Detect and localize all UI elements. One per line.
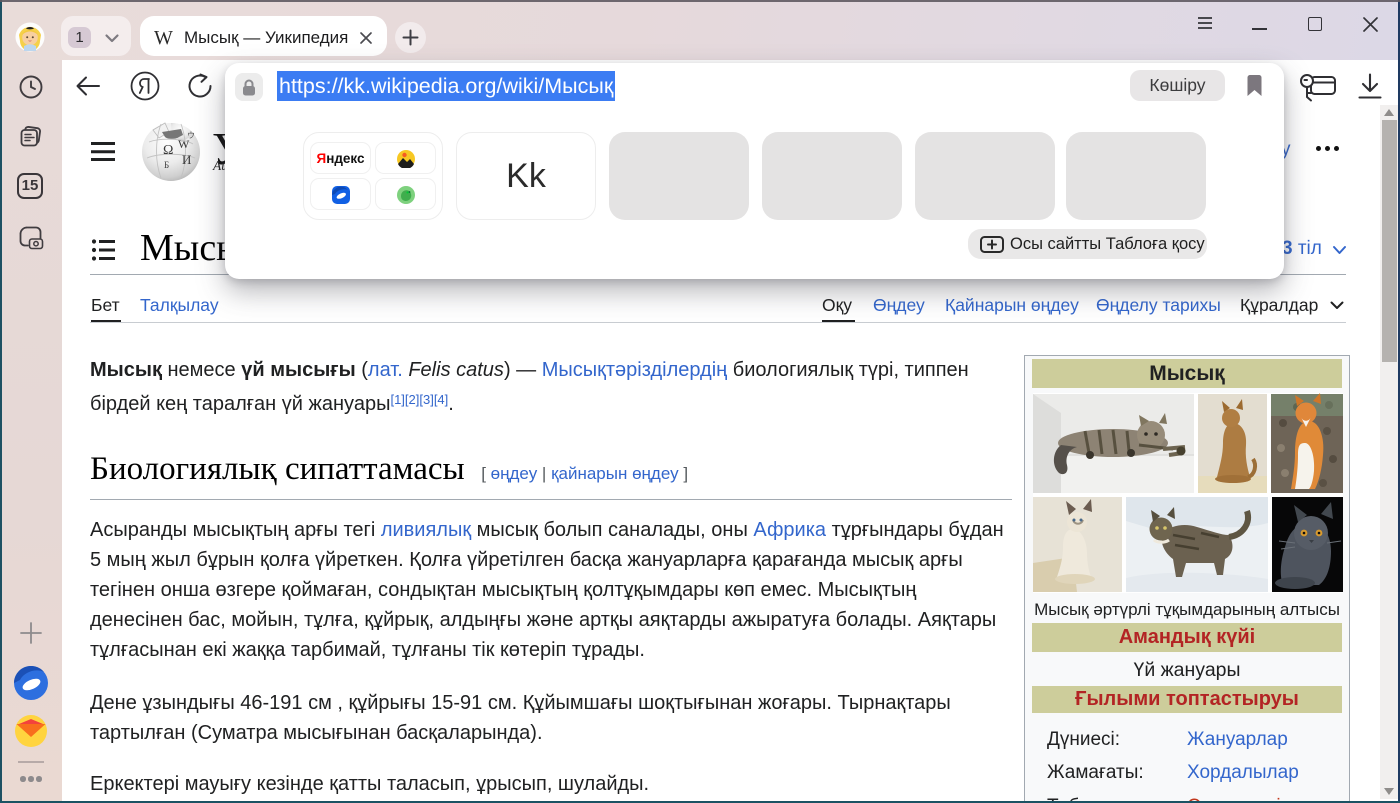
svg-text:Б: Б — [164, 160, 169, 170]
svg-text:И: И — [182, 152, 191, 167]
svg-text:Ω: Ω — [163, 143, 173, 158]
svg-text:ウ: ウ — [187, 131, 195, 140]
